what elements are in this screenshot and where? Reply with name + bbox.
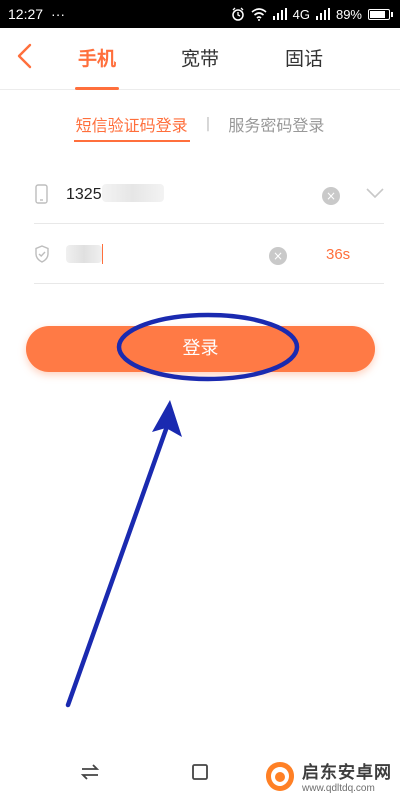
watermark-name: 启东安卓网 — [302, 763, 392, 783]
status-time: 12:27 — [8, 6, 44, 22]
sms-login-option[interactable]: 短信验证码登录 — [73, 112, 190, 142]
header: 手机 宽带 固话 — [0, 28, 400, 90]
phone-input[interactable]: 1325 — [66, 184, 164, 204]
code-field[interactable]: × 36s — [34, 228, 384, 284]
status-bar: 12:27 ··· 4G 89% — [0, 0, 400, 28]
resend-countdown[interactable]: 36s — [326, 246, 350, 263]
network-type: 4G — [292, 6, 310, 22]
login-button[interactable]: 登录 — [26, 326, 375, 372]
battery-percent: 89% — [335, 6, 362, 22]
back-arrow-icon[interactable] — [14, 42, 38, 70]
phone-value: 1325 — [66, 186, 102, 203]
code-value-blurred — [66, 245, 102, 263]
login-mode-switch: 短信验证码登录 | 服务密码登录 — [0, 112, 400, 142]
shield-icon — [35, 245, 49, 263]
home-icon[interactable] — [188, 760, 212, 784]
watermark: 启东安卓网 www.qdltdq.com — [262, 758, 392, 794]
password-login-option[interactable]: 服务密码登录 — [226, 112, 326, 142]
watermark-logo — [266, 762, 294, 791]
alarm-icon — [231, 7, 244, 21]
annotation-arrow-shaft — [65, 415, 173, 708]
wifi-icon — [251, 7, 267, 21]
tab-broadband[interactable]: 宽带 — [160, 28, 240, 90]
switch-apps-icon[interactable] — [78, 760, 102, 784]
mode-separator: | — [205, 116, 211, 132]
watermark-url: www.qdltdq.com — [302, 783, 375, 794]
tab-mobile[interactable]: 手机 — [57, 28, 137, 90]
text-cursor — [102, 244, 103, 264]
tab-landline[interactable]: 固话 — [264, 28, 344, 90]
code-input[interactable] — [66, 244, 103, 265]
battery-icon — [368, 8, 393, 20]
phone-icon — [35, 184, 48, 204]
clear-phone-icon[interactable]: × — [322, 187, 340, 205]
status-more-icon: ··· — [51, 6, 66, 22]
signal-icon-2 — [315, 8, 330, 20]
signal-icon — [272, 8, 287, 20]
phone-value-blurred — [101, 184, 164, 202]
chevron-down-icon[interactable] — [366, 186, 384, 200]
phone-field[interactable]: 1325 × — [34, 168, 384, 224]
clear-code-icon[interactable]: × — [269, 247, 287, 265]
system-nav-bar: 启东安卓网 www.qdltdq.com — [0, 744, 400, 800]
annotation-arrow-head — [152, 400, 182, 437]
